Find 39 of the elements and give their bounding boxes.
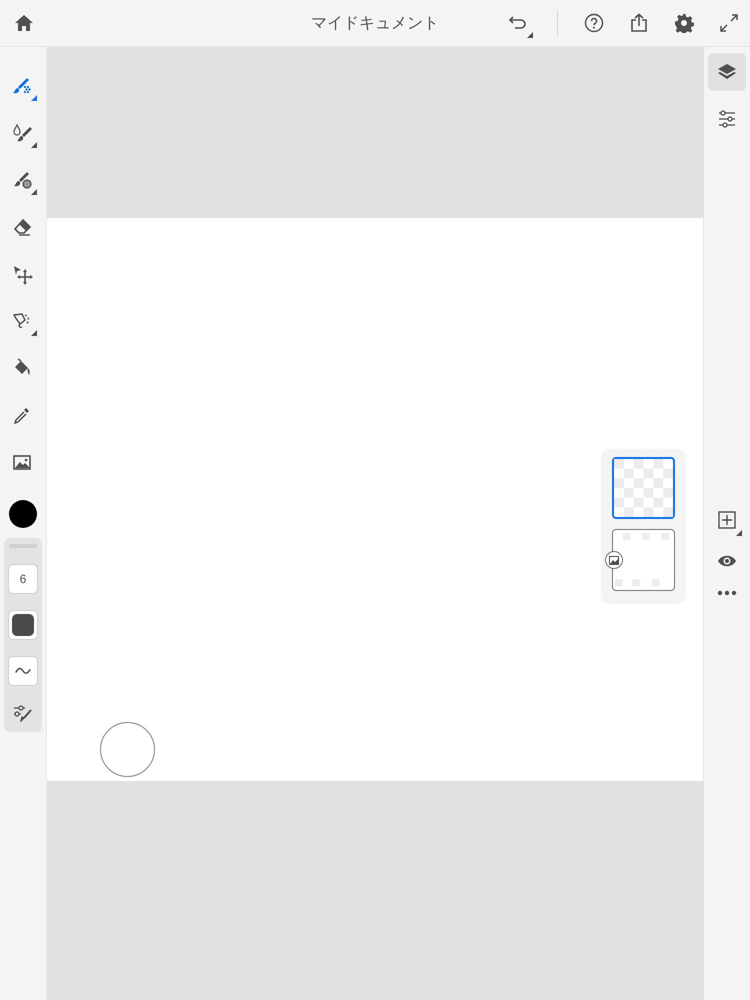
submenu-caret xyxy=(31,142,37,148)
home-icon xyxy=(14,14,34,32)
undo-icon xyxy=(508,15,528,31)
more-button[interactable] xyxy=(717,590,737,596)
settings-icon xyxy=(674,13,694,33)
brush-cursor xyxy=(100,722,155,777)
transparency-grid xyxy=(613,531,671,589)
expand-icon xyxy=(720,14,738,32)
share-icon xyxy=(630,13,648,33)
eye-icon xyxy=(717,554,737,568)
layers-icon xyxy=(717,62,737,82)
more-icon xyxy=(717,590,737,596)
pressure-button[interactable] xyxy=(8,656,38,686)
submenu-caret xyxy=(31,330,37,336)
share-button[interactable] xyxy=(630,13,648,33)
mixer-icon xyxy=(12,170,34,192)
help-button[interactable] xyxy=(584,13,604,33)
wave-icon xyxy=(15,666,31,676)
layers-button[interactable] xyxy=(708,53,746,91)
submenu-caret xyxy=(31,95,37,101)
help-icon xyxy=(584,13,604,33)
layer-thumbnail[interactable] xyxy=(612,457,675,519)
brush-size-button[interactable]: 6 xyxy=(8,564,38,594)
eraser-icon xyxy=(12,216,34,238)
submenu-caret xyxy=(31,189,37,195)
settings-button[interactable] xyxy=(674,13,694,33)
opacity-button[interactable] xyxy=(8,610,38,640)
transform-icon xyxy=(12,264,34,286)
add-layer-icon xyxy=(718,511,736,529)
image-icon xyxy=(609,556,619,564)
sliders-icon xyxy=(717,109,737,129)
fullscreen-button[interactable] xyxy=(720,14,738,32)
swatch-icon xyxy=(12,614,34,636)
home-button[interactable] xyxy=(14,14,34,32)
layer-thumbnail[interactable] xyxy=(612,529,675,591)
color-swatch[interactable] xyxy=(9,500,37,528)
document-title: マイドキュメント xyxy=(311,12,439,32)
transparency-grid xyxy=(614,459,673,517)
visibility-button[interactable] xyxy=(717,554,737,568)
